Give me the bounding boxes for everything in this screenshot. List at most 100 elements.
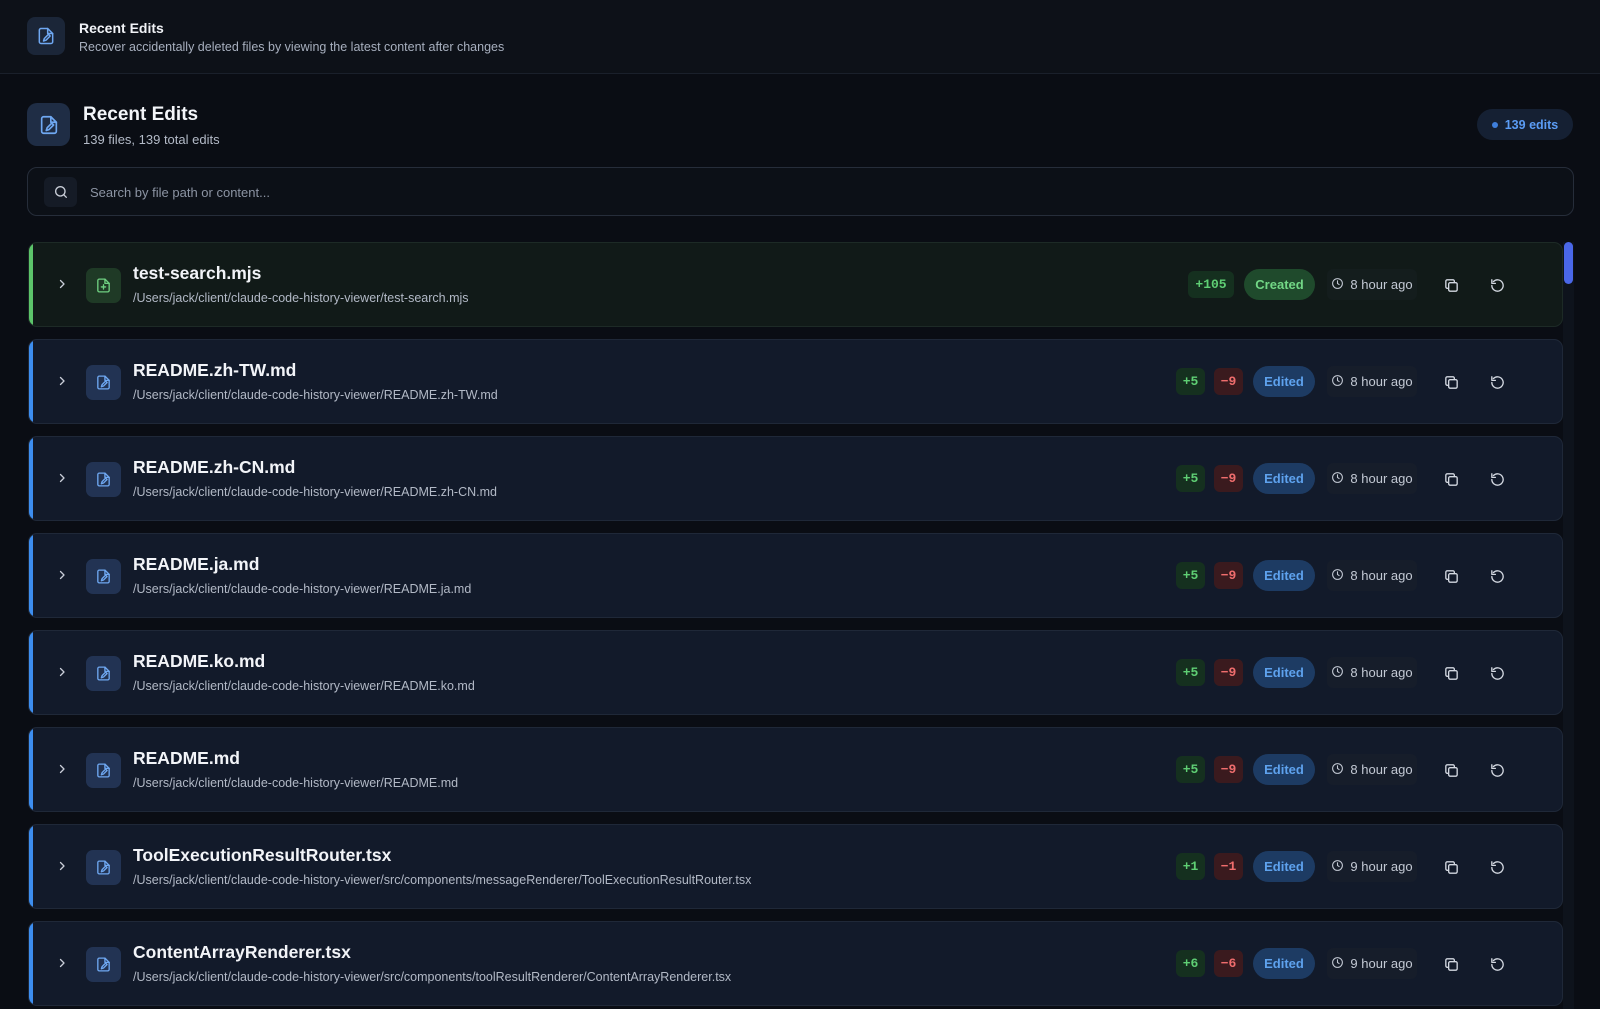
file-row[interactable]: README.ko.md /Users/jack/client/claude-c… <box>28 630 1563 715</box>
lines-added-badge: +5 <box>1176 659 1205 686</box>
file-path: /Users/jack/client/claude-code-history-v… <box>133 388 498 402</box>
chevron-right-icon[interactable] <box>52 758 72 780</box>
clock-icon <box>1331 471 1344 487</box>
row-accent <box>29 631 33 714</box>
lines-added-badge: +5 <box>1176 465 1205 492</box>
status-badge: Edited <box>1253 657 1315 688</box>
copy-icon[interactable] <box>1436 658 1466 688</box>
scrollbar-track[interactable] <box>1563 242 1574 1009</box>
file-path: /Users/jack/client/claude-code-history-v… <box>133 582 472 596</box>
file-name: ContentArrayRenderer.tsx <box>133 942 351 962</box>
restore-icon[interactable] <box>1482 658 1512 688</box>
file-row[interactable]: ToolExecutionResultRouter.tsx /Users/jac… <box>28 824 1563 909</box>
clock-icon <box>1331 374 1344 390</box>
restore-icon[interactable] <box>1482 270 1512 300</box>
file-name: README.ko.md <box>133 651 266 671</box>
time-label: 8 hour ago <box>1350 568 1413 583</box>
chevron-right-icon[interactable] <box>52 855 72 877</box>
restore-icon[interactable] <box>1482 755 1512 785</box>
chevron-right-icon[interactable] <box>52 273 72 295</box>
file-row[interactable]: README.zh-CN.md /Users/jack/client/claud… <box>28 436 1563 521</box>
lines-removed-badge: −9 <box>1214 756 1243 783</box>
file-path: /Users/jack/client/claude-code-history-v… <box>133 679 475 693</box>
time-badge: 8 hour ago <box>1327 463 1417 494</box>
row-accent <box>29 340 33 423</box>
copy-icon[interactable] <box>1436 949 1466 979</box>
row-accent <box>29 825 33 908</box>
scrollbar-thumb[interactable] <box>1564 242 1573 284</box>
status-badge: Edited <box>1253 366 1315 397</box>
clock-icon <box>1331 859 1344 875</box>
file-name: README.ja.md <box>133 554 260 574</box>
status-badge: Edited <box>1253 754 1315 785</box>
lines-added-badge: +6 <box>1176 950 1205 977</box>
file-edit-icon <box>86 462 121 497</box>
file-name: ToolExecutionResultRouter.tsx <box>133 845 392 865</box>
copy-icon[interactable] <box>1436 270 1466 300</box>
time-label: 8 hour ago <box>1350 277 1413 292</box>
time-label: 8 hour ago <box>1350 471 1413 486</box>
clock-icon <box>1331 665 1344 681</box>
time-badge: 8 hour ago <box>1327 269 1417 300</box>
app-title: Recent Edits <box>79 20 164 36</box>
lines-added-badge: +5 <box>1176 756 1205 783</box>
restore-icon[interactable] <box>1482 561 1512 591</box>
lines-added-badge: +1 <box>1176 853 1205 880</box>
restore-icon[interactable] <box>1482 367 1512 397</box>
restore-icon[interactable] <box>1482 949 1512 979</box>
search-bar <box>27 167 1574 216</box>
file-row[interactable]: README.ja.md /Users/jack/client/claude-c… <box>28 533 1563 618</box>
file-row[interactable]: test-search.mjs /Users/jack/client/claud… <box>28 242 1563 327</box>
file-path: /Users/jack/client/claude-code-history-v… <box>133 485 497 499</box>
time-badge: 9 hour ago <box>1327 948 1417 979</box>
lines-added-badge: +105 <box>1188 271 1234 298</box>
copy-icon[interactable] <box>1436 464 1466 494</box>
restore-icon[interactable] <box>1482 852 1512 882</box>
file-edit-icon <box>86 559 121 594</box>
search-icon[interactable] <box>44 177 77 207</box>
chevron-right-icon[interactable] <box>52 952 72 974</box>
file-plus-icon <box>86 268 121 303</box>
lines-added-badge: +5 <box>1176 562 1205 589</box>
file-list: test-search.mjs /Users/jack/client/claud… <box>28 242 1563 1009</box>
copy-icon[interactable] <box>1436 367 1466 397</box>
lines-removed-badge: −6 <box>1214 950 1243 977</box>
lines-removed-badge: −9 <box>1214 465 1243 492</box>
time-label: 9 hour ago <box>1350 956 1413 971</box>
file-path: /Users/jack/client/claude-code-history-v… <box>133 970 732 984</box>
time-label: 8 hour ago <box>1350 665 1413 680</box>
copy-icon[interactable] <box>1436 755 1466 785</box>
file-name: README.zh-CN.md <box>133 457 296 477</box>
chevron-right-icon[interactable] <box>52 564 72 586</box>
clock-icon <box>1331 568 1344 584</box>
file-edit-icon <box>86 753 121 788</box>
chevron-right-icon[interactable] <box>52 467 72 489</box>
search-input[interactable] <box>90 178 1550 206</box>
time-badge: 8 hour ago <box>1327 560 1417 591</box>
file-name: README.md <box>133 748 240 768</box>
file-row[interactable]: README.zh-TW.md /Users/jack/client/claud… <box>28 339 1563 424</box>
time-badge: 8 hour ago <box>1327 657 1417 688</box>
lines-removed-badge: −9 <box>1214 659 1243 686</box>
time-badge: 8 hour ago <box>1327 754 1417 785</box>
app-subtitle: Recover accidentally deleted files by vi… <box>79 40 505 54</box>
copy-icon[interactable] <box>1436 561 1466 591</box>
chevron-right-icon[interactable] <box>52 370 72 392</box>
edit-count-badge: 139 edits <box>1477 109 1573 140</box>
restore-icon[interactable] <box>1482 464 1512 494</box>
status-badge: Edited <box>1253 560 1315 591</box>
file-path: /Users/jack/client/claude-code-history-v… <box>133 776 459 790</box>
row-accent <box>29 437 33 520</box>
clock-icon <box>1331 762 1344 778</box>
file-row[interactable]: README.md /Users/jack/client/claude-code… <box>28 727 1563 812</box>
lines-removed-badge: −9 <box>1214 562 1243 589</box>
row-accent <box>29 922 33 1005</box>
row-accent <box>29 534 33 617</box>
file-row[interactable]: ContentArrayRenderer.tsx /Users/jack/cli… <box>28 921 1563 1006</box>
file-name: README.zh-TW.md <box>133 360 297 380</box>
time-label: 8 hour ago <box>1350 374 1413 389</box>
copy-icon[interactable] <box>1436 852 1466 882</box>
row-accent <box>29 243 33 326</box>
chevron-right-icon[interactable] <box>52 661 72 683</box>
status-badge: Edited <box>1253 948 1315 979</box>
